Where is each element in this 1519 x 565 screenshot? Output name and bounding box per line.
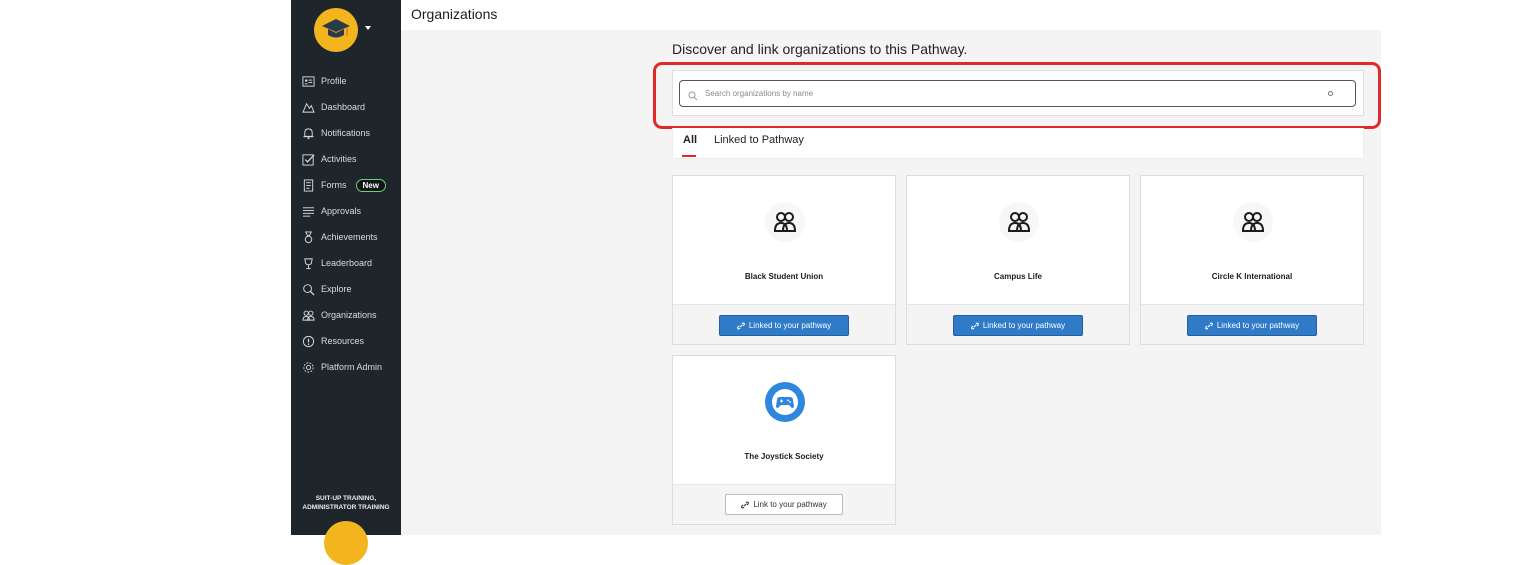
sidebar-item-organizations[interactable]: Organizations	[291, 302, 401, 328]
organization-name: The Joystick Society	[744, 452, 824, 461]
linked-to-pathway-button[interactable]: Linked to your pathway	[953, 315, 1083, 336]
people-icon	[301, 308, 315, 322]
explore-search-icon	[301, 282, 315, 296]
sidebar-item-label: Organizations	[321, 310, 377, 320]
organization-card[interactable]: Circle K International Linked to your pa…	[1140, 175, 1364, 345]
medal-icon	[301, 230, 315, 244]
gear-icon	[301, 360, 315, 374]
linked-to-pathway-button[interactable]: Linked to your pathway	[1187, 315, 1317, 336]
people-icon	[1233, 202, 1273, 242]
link-icon	[736, 321, 745, 330]
org-name-line-2: ADMINISTRATOR TRAINING	[302, 504, 390, 511]
sidebar-item-activities[interactable]: Activities	[291, 146, 401, 172]
approvals-list-icon	[301, 204, 315, 218]
sidebar-item-label: Notifications	[321, 128, 371, 138]
organization-card[interactable]: The Joystick Society Link to your pathwa…	[672, 355, 896, 525]
button-label: Linked to your pathway	[982, 321, 1066, 330]
section-heading: Discover and link organizations to this …	[672, 41, 968, 57]
sidebar-item-approvals[interactable]: Approvals	[291, 198, 401, 224]
dashboard-icon	[301, 100, 315, 114]
checkbox-icon	[301, 152, 315, 166]
sidebar-item-label: Achievements	[321, 232, 378, 242]
people-icon	[765, 202, 805, 242]
sidebar-item-achievements[interactable]: Achievements	[291, 224, 401, 250]
org-name-line-1: SUIT-UP TRAINING,	[315, 495, 377, 502]
link-icon	[970, 321, 979, 330]
chevron-down-icon[interactable]	[365, 26, 371, 30]
sidebar-item-profile[interactable]: Profile	[291, 68, 401, 94]
page-title: Organizations	[411, 6, 498, 22]
new-badge: New	[355, 178, 386, 192]
sidebar-item-notifications[interactable]: Notifications	[291, 120, 401, 146]
button-label: Linked to your pathway	[1216, 321, 1300, 330]
tab-bar: All Linked to Pathway	[672, 128, 1364, 159]
organization-card[interactable]: Campus Life Linked to your pathway	[906, 175, 1130, 345]
active-tab-indicator	[682, 155, 696, 157]
card-footer: Linked to your pathway	[673, 304, 895, 344]
sidebar-item-label: Dashboard	[321, 102, 366, 112]
card-footer: Link to your pathway	[673, 484, 895, 524]
card-footer: Linked to your pathway	[907, 304, 1129, 344]
organization-name: Circle K International	[1211, 272, 1293, 281]
button-label: Link to your pathway	[753, 500, 827, 509]
bell-icon	[301, 126, 315, 140]
sidebar-item-leaderboard[interactable]: Leaderboard	[291, 250, 401, 276]
organization-name: Black Student Union	[744, 272, 824, 281]
card-footer: Linked to your pathway	[1141, 304, 1363, 344]
sidebar-item-label: Explore	[321, 284, 352, 294]
org-logo-avatar[interactable]	[314, 8, 358, 52]
link-icon	[741, 500, 750, 509]
sidebar-item-label: Profile	[321, 76, 347, 86]
sidebar-item-forms[interactable]: Forms New	[291, 172, 401, 198]
sidebar-item-platform-admin[interactable]: Platform Admin	[291, 354, 401, 380]
button-label: Linked to your pathway	[748, 321, 832, 330]
link-to-pathway-button[interactable]: Link to your pathway	[725, 494, 843, 515]
link-icon	[1204, 321, 1213, 330]
sidebar-item-label: Activities	[321, 154, 357, 164]
sidebar-item-label: Approvals	[321, 206, 362, 216]
people-icon	[999, 202, 1039, 242]
highlight-annotation	[653, 62, 1381, 129]
sidebar-item-label: Resources	[321, 336, 365, 346]
sidebar-nav: Profile Dashboard Notifications Activiti…	[291, 68, 401, 380]
linked-to-pathway-button[interactable]: Linked to your pathway	[719, 315, 849, 336]
form-icon	[301, 178, 315, 192]
trophy-icon	[301, 256, 315, 270]
organization-name: Campus Life	[993, 272, 1042, 281]
gamepad-icon	[765, 382, 805, 422]
sidebar-item-label: Leaderboard	[321, 258, 373, 268]
organization-card[interactable]: Black Student Union Linked to your pathw…	[672, 175, 896, 345]
sidebar-item-label: Forms	[321, 180, 347, 190]
sidebar-item-resources[interactable]: Resources	[291, 328, 401, 354]
graduation-cap-icon	[322, 19, 350, 38]
info-icon	[301, 334, 315, 348]
tab-linked-to-pathway[interactable]: Linked to Pathway	[714, 134, 804, 146]
sidebar-item-dashboard[interactable]: Dashboard	[291, 94, 401, 120]
sidebar: Profile Dashboard Notifications Activiti…	[291, 0, 401, 565]
avatar[interactable]	[324, 521, 368, 565]
profile-card-icon	[301, 74, 315, 88]
tab-all[interactable]: All	[683, 134, 697, 146]
sidebar-item-label: Platform Admin	[321, 362, 383, 372]
sidebar-item-explore[interactable]: Explore	[291, 276, 401, 302]
org-name: SUIT-UP TRAINING, ADMINISTRATOR TRAINING	[291, 494, 401, 512]
